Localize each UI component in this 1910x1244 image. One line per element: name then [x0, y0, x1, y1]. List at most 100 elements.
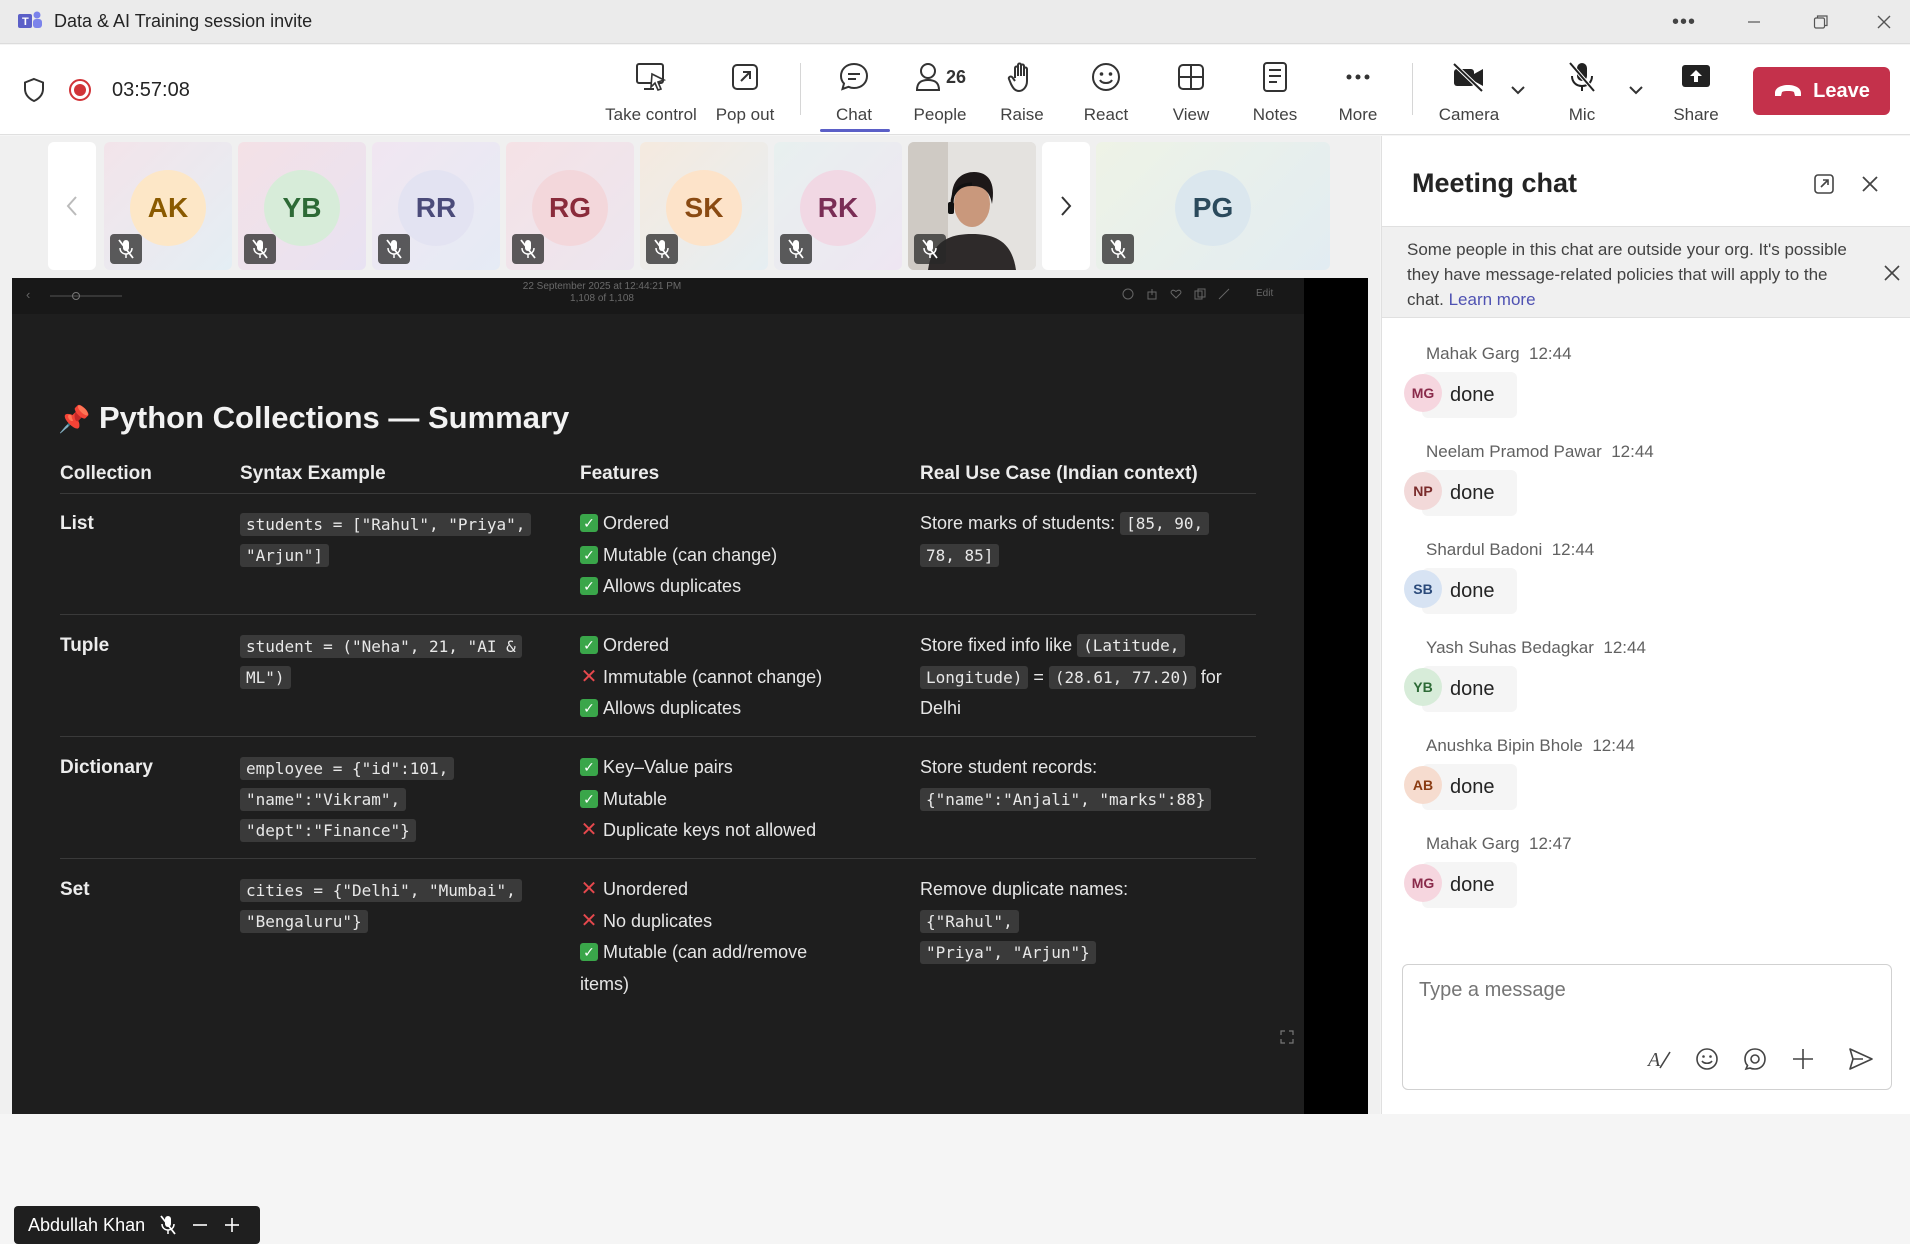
avatar[interactable]: MG [1404, 374, 1442, 412]
gallery-previous-button[interactable] [48, 142, 96, 270]
slide-timestamp: 22 September 2025 at 12:44:21 PM 1,108 o… [522, 281, 682, 304]
participant-tile[interactable]: RG [506, 142, 634, 270]
people-icon [915, 63, 940, 91]
muted-mic-icon [244, 234, 276, 264]
chat-button[interactable]: Chat [818, 57, 890, 129]
check-icon: ✓ [580, 758, 598, 776]
share-icon [1147, 289, 1157, 300]
camera-button[interactable]: Camera [1438, 57, 1500, 129]
avatar[interactable]: NP [1404, 472, 1442, 510]
shield-icon[interactable] [22, 77, 46, 108]
plus-icon[interactable] [1785, 1041, 1821, 1077]
pop-out-button[interactable]: Pop out [712, 57, 778, 129]
teams-logo-icon: T [18, 10, 42, 32]
slide-title: 📌 Python Collections — Summary [58, 400, 570, 435]
restore-icon [1813, 15, 1828, 29]
smiley-icon [1090, 57, 1122, 97]
avatar[interactable]: SB [1404, 570, 1442, 608]
zoom-in-icon[interactable] [223, 1216, 241, 1234]
send-icon[interactable] [1843, 1041, 1879, 1077]
row-label-list: List [60, 513, 94, 534]
view-button[interactable]: View [1166, 57, 1216, 129]
more-options-button[interactable]: ••• [1664, 6, 1704, 38]
back-chevron-icon: ‹ [26, 287, 31, 302]
table-divider [60, 493, 1256, 494]
camera-off-icon [1451, 57, 1487, 97]
check-icon: ✓ [580, 699, 598, 717]
row-label-set: Set [60, 879, 90, 900]
dismiss-notice-button[interactable] [1882, 263, 1902, 288]
loop-component-icon[interactable] [1737, 1041, 1773, 1077]
shared-screen: ‹ 22 September 2025 at 12:44:21 PM 1,108… [12, 278, 1368, 1114]
muted-mic-icon [914, 234, 946, 264]
message-sender: Neelam Pramod Pawar 12:44 [1426, 442, 1654, 461]
table-divider [60, 614, 1256, 615]
use-case: Store fixed info like (Latitude, Longitu… [920, 634, 1222, 718]
table-header-features: Features [580, 463, 660, 484]
features-list: ✓ Ordered ✓ Mutable (can change) ✓ Allows d… [580, 508, 777, 603]
camera-options-chevron-down-icon[interactable] [1510, 83, 1526, 101]
table-header-use-case: Real Use Case (Indian context) [920, 463, 1198, 484]
pop-out-chat-button[interactable] [1812, 172, 1836, 201]
more-button[interactable]: More [1332, 57, 1384, 129]
message-sender: Shardul Badoni 12:44 [1426, 540, 1595, 559]
notes-button[interactable]: Notes [1248, 57, 1302, 129]
muted-mic-icon [160, 1215, 176, 1235]
share-button[interactable]: Share [1670, 57, 1722, 129]
close-window-button[interactable] [1864, 6, 1904, 38]
svg-text:T: T [22, 16, 29, 28]
participant-tile[interactable]: RR [372, 142, 500, 270]
take-control-button[interactable]: Take control [605, 57, 697, 129]
leave-button[interactable]: Leave [1753, 67, 1890, 115]
fullscreen-icon[interactable] [1280, 1030, 1294, 1044]
more-horizontal-icon [1343, 57, 1373, 97]
hand-icon [1007, 57, 1037, 97]
minimize-button[interactable] [1734, 6, 1774, 38]
restore-button[interactable] [1801, 6, 1841, 38]
people-count: 26 [945, 66, 967, 87]
presenter-name: Abdullah Khan [28, 1214, 146, 1235]
meeting-chat-panel: Meeting chat Some people in this chat ar… [1381, 136, 1910, 1114]
avatar[interactable]: AB [1404, 766, 1442, 804]
syntax-example: student = ("Neha", 21, "AI & ML") [240, 631, 540, 693]
close-chat-button[interactable] [1858, 172, 1882, 201]
check-icon: ✓ [580, 514, 598, 532]
phone-hangup-icon [1775, 85, 1802, 96]
check-icon: ✓ [580, 636, 598, 654]
emoji-icon[interactable] [1689, 1041, 1725, 1077]
raise-hand-button[interactable]: Raise [996, 57, 1048, 129]
participant-tile[interactable]: YB [238, 142, 366, 270]
avatar: RK [800, 170, 876, 246]
zoom-slider [50, 292, 122, 300]
participant-tile[interactable]: SK [640, 142, 768, 270]
participant-tile[interactable]: AK [104, 142, 232, 270]
recording-indicator-icon [68, 78, 92, 107]
react-button[interactable]: React [1080, 57, 1132, 129]
avatar[interactable]: MG [1404, 864, 1442, 902]
chat-panel-title: Meeting chat [1412, 168, 1578, 198]
message-input[interactable] [1419, 979, 1859, 1002]
message-composer: A [1402, 964, 1892, 1090]
avatar: SK [666, 170, 742, 246]
toolbar-divider [1412, 63, 1413, 115]
participant-video-tile[interactable] [908, 142, 1036, 270]
table-divider [60, 736, 1256, 737]
learn-more-link[interactable]: Learn more [1449, 290, 1536, 309]
features-list: ✓ Key–Value pairs ✓ Mutable ✕ Duplicate key… [580, 752, 816, 847]
avatar[interactable]: YB [1404, 668, 1442, 706]
cross-icon: ✕ [580, 819, 598, 841]
participant-tile[interactable]: PG [1096, 142, 1330, 270]
cross-icon: ✕ [580, 665, 598, 688]
cross-icon: ✕ [580, 909, 598, 932]
participant-tile[interactable]: RK [774, 142, 902, 270]
avatar: PG [1175, 170, 1251, 246]
tools-icon [1218, 288, 1230, 300]
mic-options-chevron-down-icon[interactable] [1628, 83, 1644, 101]
format-icon[interactable]: A [1641, 1041, 1677, 1077]
zoom-out-icon[interactable] [191, 1216, 209, 1234]
people-button[interactable]: 26 People [906, 57, 974, 129]
gallery-next-button[interactable] [1042, 142, 1090, 270]
mic-off-icon [1567, 57, 1597, 97]
cross-icon: ✕ [580, 878, 598, 900]
mic-button[interactable]: Mic [1560, 57, 1604, 129]
